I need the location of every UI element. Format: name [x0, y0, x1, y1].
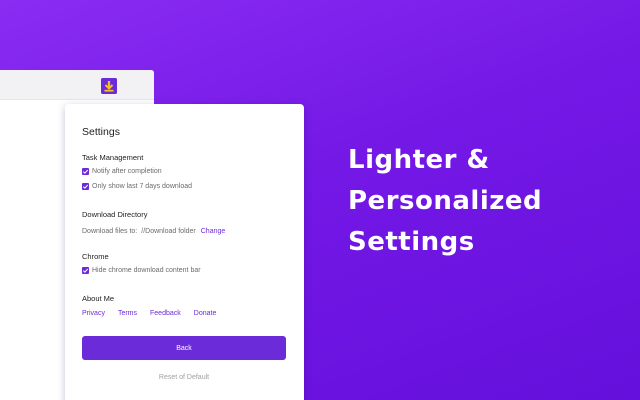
download-arrow-icon[interactable]: [101, 78, 117, 94]
donate-link[interactable]: Donate: [194, 310, 217, 317]
download-directory-heading: Download Directory: [82, 210, 148, 219]
download-directory-row: Download files to://Download folder Chang…: [82, 228, 225, 235]
download-files-to-label: Download files to:: [82, 228, 138, 235]
only-show-last-7-days-label: Only show last 7 days download: [92, 183, 192, 190]
privacy-link[interactable]: Privacy: [82, 310, 105, 317]
check-icon: [82, 183, 89, 190]
only-show-last-7-days-checkbox[interactable]: Only show last 7 days download: [82, 183, 192, 190]
about-links: Privacy Terms Feedback Donate: [82, 310, 229, 317]
change-directory-link[interactable]: Change: [201, 228, 226, 235]
promo-headline: Lighter & Personalized Settings: [348, 140, 542, 263]
reset-default-link[interactable]: Reset of Default: [82, 374, 286, 381]
check-icon: [82, 267, 89, 274]
back-button[interactable]: Back: [82, 336, 286, 360]
settings-panel: Settings Task Management Notify after co…: [65, 104, 304, 400]
notify-after-completion-label: Notify after completion: [92, 168, 162, 175]
notify-after-completion-checkbox[interactable]: Notify after completion: [82, 168, 162, 175]
extension-toolbar: [0, 70, 154, 100]
hide-chrome-download-bar-checkbox[interactable]: Hide chrome download content bar: [82, 267, 201, 274]
chrome-heading: Chrome: [82, 252, 109, 261]
headline-line-3: Settings: [348, 227, 475, 257]
hide-chrome-download-bar-label: Hide chrome download content bar: [92, 267, 201, 274]
headline-line-1: Lighter &: [348, 145, 490, 175]
headline-line-2: Personalized: [348, 186, 543, 216]
task-management-heading: Task Management: [82, 153, 144, 162]
feedback-link[interactable]: Feedback: [150, 310, 181, 317]
settings-title: Settings: [82, 126, 120, 138]
about-me-heading: About Me: [82, 294, 115, 303]
download-path-value: //Download folder: [141, 228, 196, 235]
check-icon: [82, 168, 89, 175]
terms-link[interactable]: Terms: [118, 310, 137, 317]
